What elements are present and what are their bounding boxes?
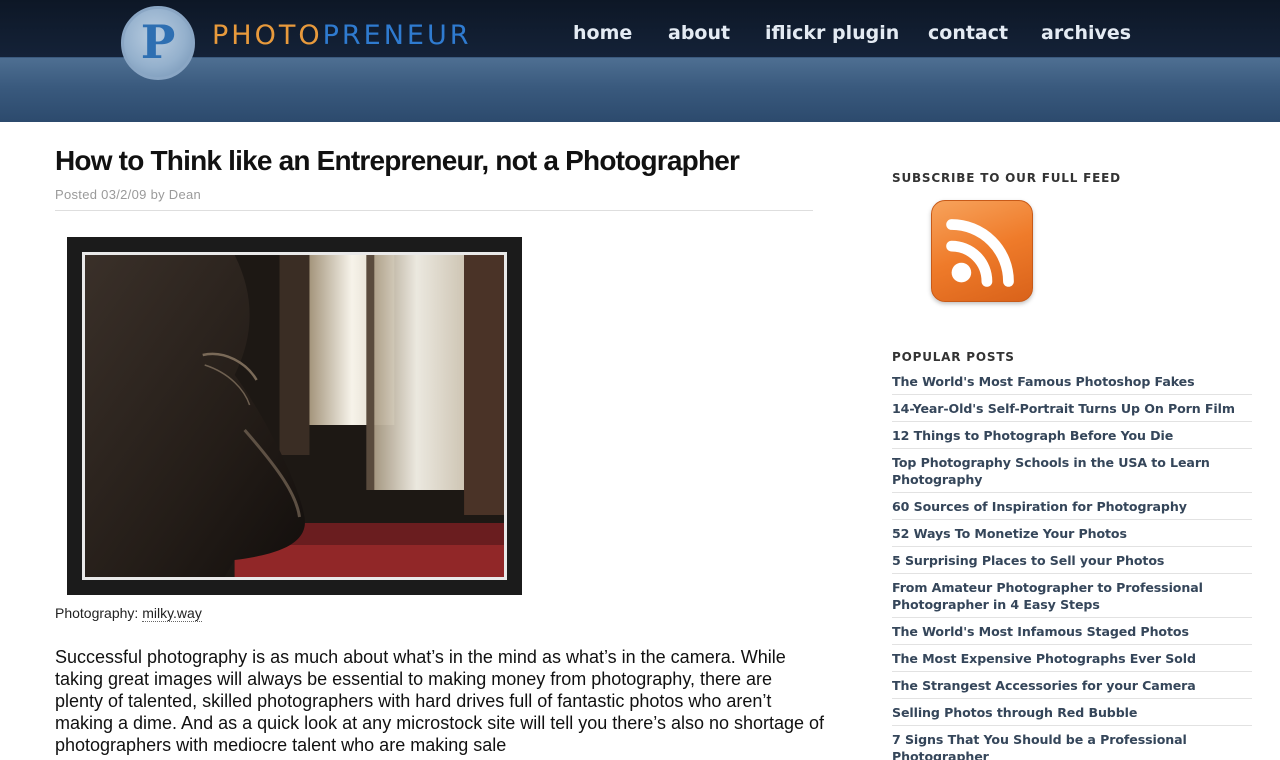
nav-home[interactable]: home — [573, 22, 632, 44]
post-meta: Posted 03/2/09 by Dean — [55, 187, 202, 202]
site-logo-text[interactable]: PHOTOPRENEUR — [212, 22, 471, 49]
popular-heading: POPULAR POSTS — [892, 350, 1015, 364]
list-item: The World's Most Famous Photoshop Fakes — [892, 373, 1252, 395]
popular-posts-list: The World's Most Famous Photoshop Fakes … — [892, 373, 1252, 760]
popular-post-link[interactable]: 14-Year-Old's Self-Portrait Turns Up On … — [892, 400, 1252, 417]
list-item: 7 Signs That You Should be a Professiona… — [892, 731, 1252, 760]
rss-feed-icon[interactable] — [931, 200, 1033, 302]
popular-post-link[interactable]: The Strangest Accessories for your Camer… — [892, 677, 1252, 694]
popular-post-link[interactable]: 60 Sources of Inspiration for Photograph… — [892, 498, 1252, 515]
nav-about[interactable]: about — [668, 22, 730, 44]
popular-post-link[interactable]: The World's Most Infamous Staged Photos — [892, 623, 1252, 640]
photo-illustration — [85, 255, 504, 577]
caption-credit-link[interactable]: milky.way — [142, 605, 202, 622]
post-title[interactable]: How to Think like an Entrepreneur, not a… — [55, 145, 740, 177]
logo-letter: P — [140, 15, 176, 69]
photo-caption: Photography: milky.way — [55, 605, 202, 622]
popular-post-link[interactable]: The World's Most Famous Photoshop Fakes — [892, 373, 1252, 390]
list-item: From Amateur Photographer to Professiona… — [892, 579, 1252, 618]
list-item: Top Photography Schools in the USA to Le… — [892, 454, 1252, 493]
popular-post-link[interactable]: 5 Surprising Places to Sell your Photos — [892, 552, 1252, 569]
list-item: The World's Most Infamous Staged Photos — [892, 623, 1252, 645]
nav-iflickr-plugin[interactable]: iflickr plugin — [765, 22, 899, 44]
popular-post-link[interactable]: Top Photography Schools in the USA to Le… — [892, 454, 1252, 488]
caption-label: Photography: — [55, 605, 139, 621]
nav-archives[interactable]: archives — [1041, 22, 1131, 44]
header-band — [0, 58, 1280, 122]
list-item: 60 Sources of Inspiration for Photograph… — [892, 498, 1252, 520]
list-item: 52 Ways To Monetize Your Photos — [892, 525, 1252, 547]
popular-post-link[interactable]: The Most Expensive Photographs Ever Sold — [892, 650, 1252, 667]
popular-post-link[interactable]: Selling Photos through Red Bubble — [892, 704, 1252, 721]
popular-post-link[interactable]: 52 Ways To Monetize Your Photos — [892, 525, 1252, 542]
nav-contact[interactable]: contact — [928, 22, 1008, 44]
list-item: 12 Things to Photograph Before You Die — [892, 427, 1252, 449]
list-item: The Strangest Accessories for your Camer… — [892, 677, 1252, 699]
post-photo[interactable] — [67, 237, 522, 595]
post-body: Successful photography is as much about … — [55, 647, 825, 755]
list-item: Selling Photos through Red Bubble — [892, 704, 1252, 726]
rss-glyph — [946, 219, 1014, 287]
popular-post-link[interactable]: 7 Signs That You Should be a Professiona… — [892, 731, 1252, 760]
list-item: 5 Surprising Places to Sell your Photos — [892, 552, 1252, 574]
list-item: The Most Expensive Photographs Ever Sold — [892, 650, 1252, 672]
popular-post-link[interactable]: From Amateur Photographer to Professiona… — [892, 579, 1252, 613]
list-item: 14-Year-Old's Self-Portrait Turns Up On … — [892, 400, 1252, 422]
title-divider — [55, 210, 813, 211]
logo-text-photo: PHOTO — [212, 20, 323, 51]
logo-badge-icon[interactable]: P — [121, 6, 195, 80]
photo-image — [82, 252, 507, 580]
subscribe-heading: SUBSCRIBE TO OUR FULL FEED — [892, 171, 1121, 185]
logo-text-preneur: PRENEUR — [322, 20, 472, 51]
popular-post-link[interactable]: 12 Things to Photograph Before You Die — [892, 427, 1252, 444]
